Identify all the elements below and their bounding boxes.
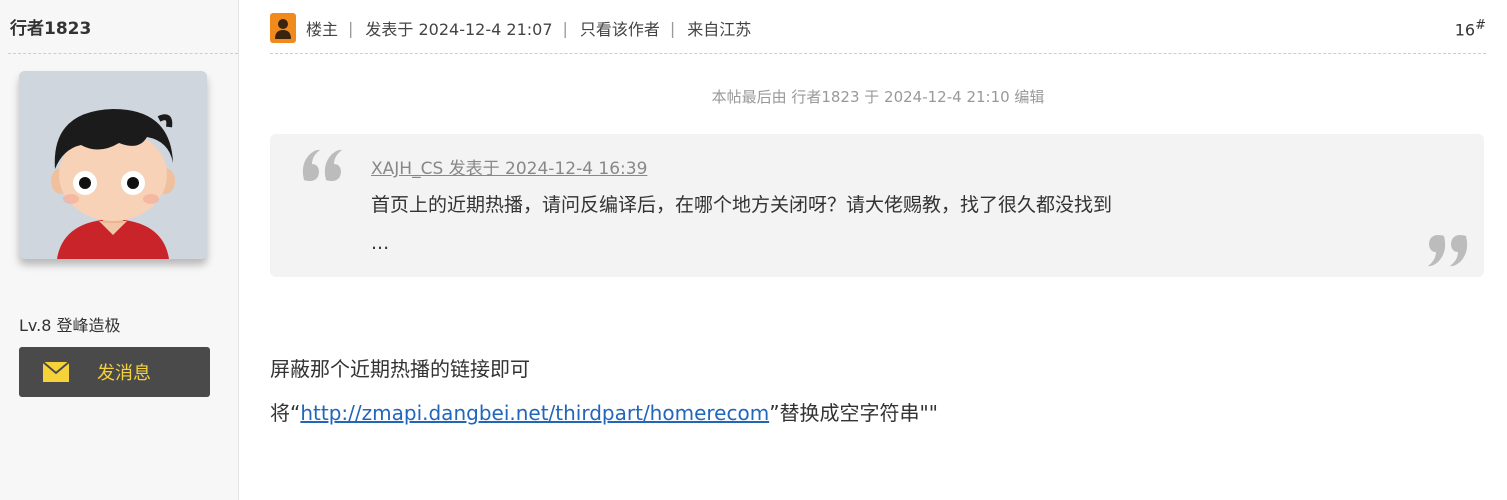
separator: | <box>348 18 354 38</box>
open-quote-icon <box>300 146 346 190</box>
floor-number[interactable]: 16# <box>1455 18 1486 39</box>
op-badge-icon <box>270 13 296 43</box>
divider <box>8 53 238 54</box>
user-level: Lv.8 登峰造极 <box>19 316 121 335</box>
divider <box>270 53 1486 54</box>
quote-ellipsis: ... <box>371 232 390 254</box>
body-line-2: 将“http://zmapi.dangbei.net/thirdpart/hom… <box>270 391 938 435</box>
body-line-1: 屏蔽那个近期热播的链接即可 <box>270 357 530 381</box>
edit-note: 本帖最后由 行者1823 于 2024-12-4 21:10 编辑 <box>711 88 1045 106</box>
floor-suffix: # <box>1475 18 1486 33</box>
author-sidebar: 行者1823 Lv.8 登峰造极 发消息 <box>0 0 239 500</box>
avatar-image <box>19 71 207 259</box>
send-message-button[interactable]: 发消息 <box>19 347 210 397</box>
post-content: 楼主 | 发表于 2024-12-4 21:07 | 只看该作者 | 来自江苏 … <box>270 0 1486 500</box>
quote-citation-link[interactable]: XAJH_CS 发表于 2024-12-4 16:39 <box>371 154 647 179</box>
quote-block: XAJH_CS 发表于 2024-12-4 16:39 首页上的近期热播，请问反… <box>270 134 1484 277</box>
op-label: 楼主 <box>306 20 339 39</box>
post-body: 屏蔽那个近期热播的链接即可 将“http://zmapi.dangbei.net… <box>270 347 938 435</box>
api-link[interactable]: http://zmapi.dangbei.net/thirdpart/homer… <box>300 401 769 425</box>
body-line-2-suffix: ”替换成空字符串"" <box>769 401 938 425</box>
post-date: 发表于 2024-12-4 21:07 <box>365 20 553 39</box>
author-name[interactable]: 行者1823 <box>10 14 91 39</box>
send-message-label: 发消息 <box>97 363 151 384</box>
avatar[interactable] <box>19 71 207 259</box>
close-quote-icon <box>1424 230 1470 274</box>
only-author-link[interactable]: 只看该作者 <box>580 16 660 40</box>
quote-text: 首页上的近期热播，请问反编译后，在哪个地方关闭呀？请大佬赐教，找了很久都没找到 <box>371 194 1113 216</box>
post-location: 来自江苏 <box>687 20 752 39</box>
separator: | <box>562 18 568 38</box>
envelope-icon <box>42 361 70 386</box>
post-meta-bar: 楼主 | 发表于 2024-12-4 21:07 | 只看该作者 | 来自江苏 <box>270 12 751 44</box>
floor-number-value: 16 <box>1454 20 1476 40</box>
body-line-2-prefix: 将“ <box>270 401 301 425</box>
separator: | <box>669 18 676 38</box>
